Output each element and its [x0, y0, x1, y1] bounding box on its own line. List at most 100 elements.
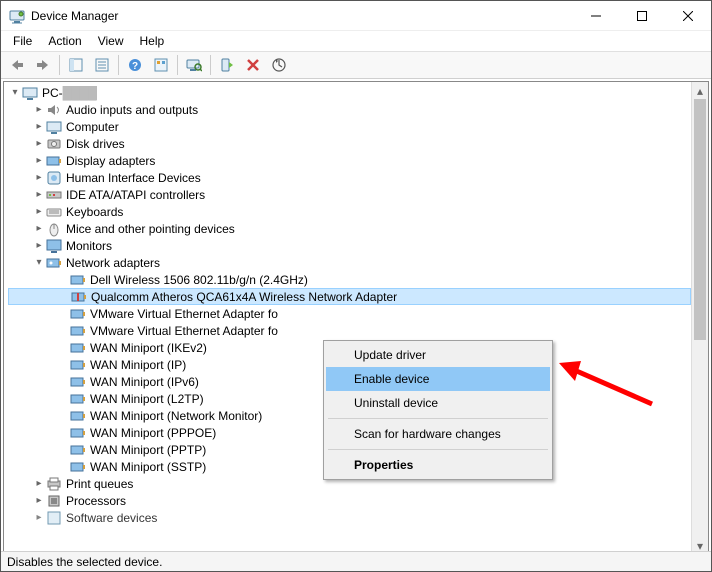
network-adapter-icon	[70, 459, 86, 475]
audio-icon	[46, 102, 62, 118]
mouse-icon	[46, 221, 62, 237]
window-title: Device Manager	[31, 9, 573, 23]
context-menu: Update driver Enable device Uninstall de…	[323, 340, 553, 480]
display-adapter-icon	[46, 153, 62, 169]
chevron-down-icon[interactable]: ▾	[32, 257, 46, 268]
tree-category-computer[interactable]: ▸ Computer	[8, 118, 691, 135]
ctx-scan-hardware[interactable]: Scan for hardware changes	[326, 422, 550, 446]
svg-text:?: ?	[132, 61, 138, 72]
minimize-button[interactable]	[573, 1, 619, 31]
tree-category-mice[interactable]: ▸ Mice and other pointing devices	[8, 220, 691, 237]
menu-view[interactable]: View	[92, 34, 130, 48]
ctx-separator	[328, 418, 548, 419]
show-hide-tree-button[interactable]	[64, 53, 88, 77]
chevron-right-icon[interactable]: ▸	[32, 512, 46, 523]
app-icon	[9, 8, 25, 24]
update-driver-button[interactable]	[267, 53, 291, 77]
hid-icon	[46, 170, 62, 186]
toolbar-separator	[177, 55, 178, 75]
uninstall-device-button[interactable]	[241, 53, 265, 77]
tree-category-software-devices[interactable]: ▸ Software devices	[8, 509, 691, 526]
tree-category-monitors[interactable]: ▸ Monitors	[8, 237, 691, 254]
tree-category-hid[interactable]: ▸ Human Interface Devices	[8, 169, 691, 186]
tree-device-selected[interactable]: Qualcomm Atheros QCA61x4A Wireless Netwo…	[8, 288, 691, 305]
tree-category-disk-drives[interactable]: ▸ Disk drives	[8, 135, 691, 152]
network-adapter-icon	[70, 306, 86, 322]
scroll-thumb[interactable]	[694, 99, 706, 340]
enable-device-button[interactable]	[215, 53, 239, 77]
network-adapter-icon	[70, 323, 86, 339]
scan-hardware-button[interactable]	[182, 53, 206, 77]
network-category-icon	[46, 255, 62, 271]
network-adapter-icon	[70, 357, 86, 373]
tree-category-network-adapters[interactable]: ▾ Network adapters	[8, 254, 691, 271]
tree-category-ide[interactable]: ▸ IDE ATA/ATAPI controllers	[8, 186, 691, 203]
statusbar: Disables the selected device.	[1, 551, 711, 571]
status-text: Disables the selected device.	[7, 555, 162, 569]
toolbar-separator	[59, 55, 60, 75]
toolbar-separator	[118, 55, 119, 75]
chevron-right-icon[interactable]: ▸	[32, 206, 46, 217]
close-button[interactable]	[665, 1, 711, 31]
network-adapter-icon	[70, 272, 86, 288]
chevron-right-icon[interactable]: ▸	[32, 495, 46, 506]
vertical-scrollbar[interactable]: ▴ ▾	[691, 82, 708, 554]
ctx-separator	[328, 449, 548, 450]
workarea: ▾ PC-████ ▸ Audio inputs and outputs ▸ C…	[3, 81, 709, 555]
tree-category-processors[interactable]: ▸ Processors	[8, 492, 691, 509]
monitor-icon	[46, 238, 62, 254]
network-adapter-icon	[70, 425, 86, 441]
computer-icon	[46, 119, 62, 135]
ctx-properties[interactable]: Properties	[326, 453, 550, 477]
properties-button[interactable]	[90, 53, 114, 77]
chevron-right-icon[interactable]: ▸	[32, 189, 46, 200]
tree-category-audio[interactable]: ▸ Audio inputs and outputs	[8, 101, 691, 118]
tree-root[interactable]: ▾ PC-████	[8, 84, 691, 101]
help-button[interactable]: ?	[123, 53, 147, 77]
chevron-down-icon[interactable]: ▾	[8, 87, 22, 98]
chevron-right-icon[interactable]: ▸	[32, 240, 46, 251]
computer-icon	[22, 85, 38, 101]
menu-file[interactable]: File	[7, 34, 38, 48]
chevron-right-icon[interactable]: ▸	[32, 121, 46, 132]
menubar: File Action View Help	[1, 31, 711, 51]
tree-category-display-adapters[interactable]: ▸ Display adapters	[8, 152, 691, 169]
toolbar-separator	[210, 55, 211, 75]
network-adapter-icon	[70, 374, 86, 390]
tree-category-keyboards[interactable]: ▸ Keyboards	[8, 203, 691, 220]
chevron-right-icon[interactable]: ▸	[32, 155, 46, 166]
cpu-icon	[46, 493, 62, 509]
chevron-right-icon[interactable]: ▸	[32, 478, 46, 489]
disk-icon	[46, 136, 62, 152]
software-icon	[46, 510, 62, 526]
tree-device[interactable]: Dell Wireless 1506 802.11b/g/n (2.4GHz)	[8, 271, 691, 288]
maximize-button[interactable]	[619, 1, 665, 31]
ctx-update-driver[interactable]: Update driver	[326, 343, 550, 367]
menu-action[interactable]: Action	[42, 34, 87, 48]
menu-help[interactable]: Help	[134, 34, 171, 48]
network-adapter-icon	[70, 340, 86, 356]
network-adapter-icon	[70, 408, 86, 424]
scroll-up-button[interactable]: ▴	[692, 82, 708, 99]
tree-root-label: PC-████	[42, 86, 97, 100]
tree-device[interactable]: VMware Virtual Ethernet Adapter fo	[8, 322, 691, 339]
network-adapter-icon	[70, 391, 86, 407]
chevron-right-icon[interactable]: ▸	[32, 172, 46, 183]
keyboard-icon	[46, 204, 62, 220]
device-tree[interactable]: ▾ PC-████ ▸ Audio inputs and outputs ▸ C…	[4, 82, 691, 554]
network-adapter-icon	[71, 289, 87, 305]
ctx-enable-device[interactable]: Enable device	[326, 367, 550, 391]
ctx-uninstall-device[interactable]: Uninstall device	[326, 391, 550, 415]
printer-icon	[46, 476, 62, 492]
back-button[interactable]	[5, 53, 29, 77]
forward-button[interactable]	[31, 53, 55, 77]
network-adapter-icon	[70, 442, 86, 458]
action-list-button[interactable]	[149, 53, 173, 77]
tree-device[interactable]: VMware Virtual Ethernet Adapter fo	[8, 305, 691, 322]
chevron-right-icon[interactable]: ▸	[32, 104, 46, 115]
titlebar: Device Manager	[1, 1, 711, 31]
scroll-track[interactable]	[692, 99, 708, 537]
chevron-right-icon[interactable]: ▸	[32, 138, 46, 149]
chevron-right-icon[interactable]: ▸	[32, 223, 46, 234]
toolbar: ?	[1, 51, 711, 79]
